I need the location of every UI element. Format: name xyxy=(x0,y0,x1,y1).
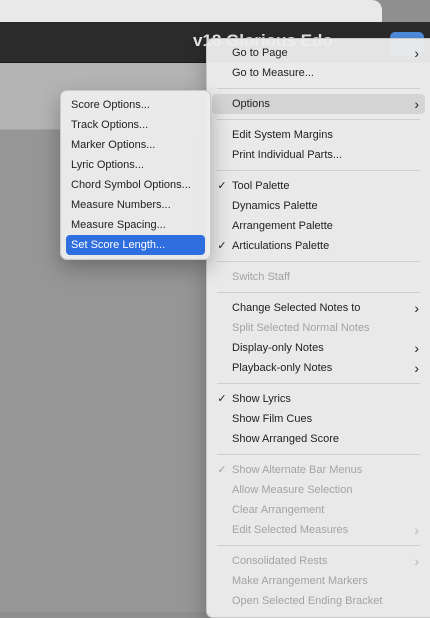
menu-item-switch-staff: Switch Staff xyxy=(212,267,425,287)
checkmark-icon: ✓ xyxy=(217,180,227,192)
menu-item-show-arranged-score[interactable]: Show Arranged Score xyxy=(212,429,425,449)
checkmark-icon: ✓ xyxy=(217,464,227,476)
menu-item-label: Edit Selected Measures xyxy=(232,524,349,536)
submenu-item-measure-numbers[interactable]: Measure Numbers... xyxy=(66,195,205,215)
menu-item-options[interactable]: Options › xyxy=(212,94,425,114)
checkmark-icon: ✓ xyxy=(217,393,227,405)
menu-item-go-to-page[interactable]: Go to Page › xyxy=(212,43,425,63)
menu-item-open-selected-ending-bracket: Open Selected Ending Bracket xyxy=(212,591,425,611)
menu-item-dynamics-palette[interactable]: Dynamics Palette xyxy=(212,196,425,216)
options-submenu: Score Options... Track Options... Marker O… xyxy=(60,90,211,260)
window-top-strip xyxy=(0,0,382,23)
submenu-item-label: Lyric Options... xyxy=(71,159,144,171)
menu-item-label: Go to Page xyxy=(232,47,288,59)
chevron-right-icon: › xyxy=(414,522,419,538)
menu-item-label: Allow Measure Selection xyxy=(232,484,353,496)
chevron-right-icon: › xyxy=(414,45,419,61)
submenu-item-label: Chord Symbol Options... xyxy=(71,179,191,191)
submenu-item-label: Set Score Length... xyxy=(71,239,166,251)
menu-item-consolidated-rests: Consolidated Rests › xyxy=(212,551,425,571)
menu-item-label: Show Lyrics xyxy=(232,393,291,405)
submenu-item-lyric-options[interactable]: Lyric Options... xyxy=(66,155,205,175)
menu-separator xyxy=(217,261,420,262)
chevron-right-icon: › xyxy=(414,300,419,316)
menu-item-allow-measure-selection: Allow Measure Selection xyxy=(212,480,425,500)
menu-item-label: Display-only Notes xyxy=(232,342,324,354)
chevron-right-icon: › xyxy=(414,553,419,569)
menu-item-articulations-palette[interactable]: ✓ Articulations Palette xyxy=(212,236,425,256)
submenu-item-label: Marker Options... xyxy=(71,139,156,151)
submenu-item-label: Measure Numbers... xyxy=(71,199,171,211)
menu-item-make-arrangement-markers: Make Arrangement Markers xyxy=(212,571,425,591)
menu-item-label: Print Individual Parts... xyxy=(232,149,343,161)
menu-item-change-selected-notes-to[interactable]: Change Selected Notes to › xyxy=(212,298,425,318)
menu-item-label: Change Selected Notes to xyxy=(232,302,361,314)
menu-separator xyxy=(217,88,420,89)
menu-separator xyxy=(217,383,420,384)
menu-item-show-lyrics[interactable]: ✓ Show Lyrics xyxy=(212,389,425,409)
menu-separator xyxy=(217,292,420,293)
menu-item-label: Show Film Cues xyxy=(232,413,313,425)
menu-separator xyxy=(217,170,420,171)
menu-item-arrangement-palette[interactable]: Arrangement Palette xyxy=(212,216,425,236)
menu-item-label: Playback-only Notes xyxy=(232,362,333,374)
menu-item-display-only-notes[interactable]: Display-only Notes › xyxy=(212,338,425,358)
menu-item-label: Articulations Palette xyxy=(232,240,330,252)
menu-item-label: Tool Palette xyxy=(232,180,290,192)
menu-item-show-alternate-bar-menus: ✓ Show Alternate Bar Menus xyxy=(212,460,425,480)
submenu-item-chord-symbol-options[interactable]: Chord Symbol Options... xyxy=(66,175,205,195)
menu-item-label: Consolidated Rests xyxy=(232,555,328,567)
submenu-item-label: Measure Spacing... xyxy=(71,219,166,231)
menu-item-go-to-measure[interactable]: Go to Measure... xyxy=(212,63,425,83)
menu-item-split-selected-normal-notes: Split Selected Normal Notes xyxy=(212,318,425,338)
submenu-item-set-score-length[interactable]: Set Score Length... xyxy=(66,235,205,255)
menu-item-label: Clear Arrangement xyxy=(232,504,325,516)
menu-item-label: Arrangement Palette xyxy=(232,220,333,232)
checkmark-icon: ✓ xyxy=(217,240,227,252)
menu-item-label: Options xyxy=(232,98,270,110)
menu-item-label: Switch Staff xyxy=(232,271,290,283)
context-menu: Go to Page › Go to Measure... Options › Edit … xyxy=(206,38,430,618)
menu-item-edit-selected-measures: Edit Selected Measures › xyxy=(212,520,425,540)
menu-item-clear-arrangement: Clear Arrangement xyxy=(212,500,425,520)
submenu-item-label: Track Options... xyxy=(71,119,149,131)
submenu-item-label: Score Options... xyxy=(71,99,150,111)
menu-item-playback-only-notes[interactable]: Playback-only Notes › xyxy=(212,358,425,378)
menu-item-label: Go to Measure... xyxy=(232,67,314,79)
submenu-item-marker-options[interactable]: Marker Options... xyxy=(66,135,205,155)
menu-item-label: Split Selected Normal Notes xyxy=(232,322,370,334)
menu-item-label: Make Arrangement Markers xyxy=(232,575,368,587)
menu-item-print-individual-parts[interactable]: Print Individual Parts... xyxy=(212,145,425,165)
menu-separator xyxy=(217,454,420,455)
menu-item-label: Show Alternate Bar Menus xyxy=(232,464,363,476)
submenu-item-measure-spacing[interactable]: Measure Spacing... xyxy=(66,215,205,235)
menu-item-edit-system-margins[interactable]: Edit System Margins xyxy=(212,125,425,145)
menu-item-label: Show Arranged Score xyxy=(232,433,340,445)
submenu-item-score-options[interactable]: Score Options... xyxy=(66,95,205,115)
menu-separator xyxy=(217,545,420,546)
menu-separator xyxy=(217,119,420,120)
menu-item-label: Open Selected Ending Bracket xyxy=(232,595,383,607)
menu-item-show-film-cues[interactable]: Show Film Cues xyxy=(212,409,425,429)
submenu-item-track-options[interactable]: Track Options... xyxy=(66,115,205,135)
chevron-right-icon: › xyxy=(414,360,419,376)
menu-item-tool-palette[interactable]: ✓ Tool Palette xyxy=(212,176,425,196)
chevron-right-icon: › xyxy=(414,96,419,112)
menu-item-label: Dynamics Palette xyxy=(232,200,318,212)
chevron-right-icon: › xyxy=(414,340,419,356)
menu-item-label: Edit System Margins xyxy=(232,129,333,141)
